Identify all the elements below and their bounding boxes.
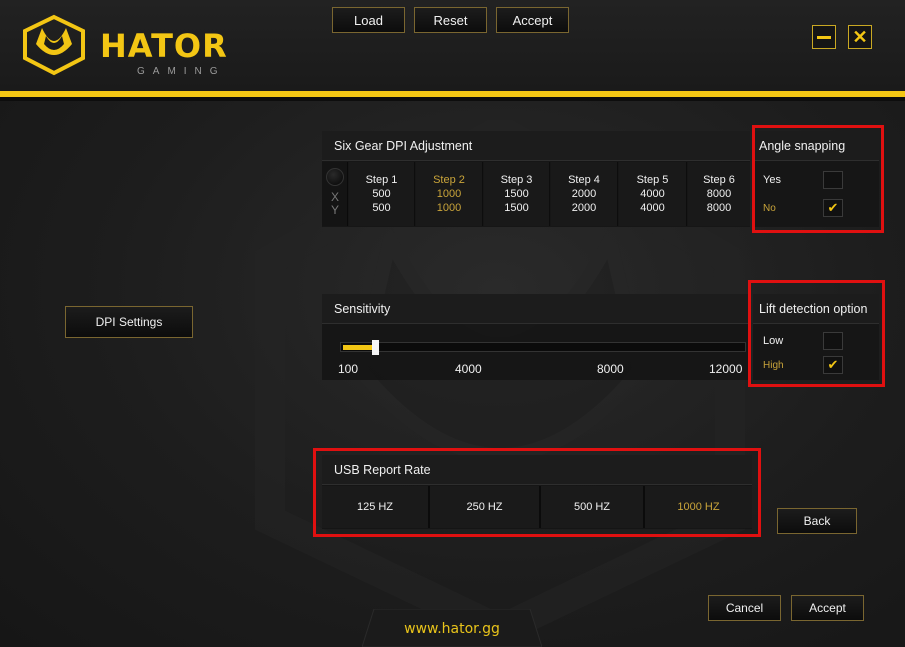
usb-report-rate-panel: USB Report Rate 125 HZ 250 HZ 500 HZ 100… [322,455,752,529]
step-label: Step 4 [568,174,600,186]
lift-detection-low-label: Low [763,335,784,347]
load-button[interactable]: Load [332,7,405,33]
xy-toggle-knob[interactable] [326,168,344,186]
website-link[interactable]: www.hator.gg [362,621,542,637]
lift-detection-low-checkbox[interactable] [823,332,843,350]
angle-snapping-no-checkbox[interactable]: ✔ [823,199,843,217]
hator-logo: HATOR GAMING [20,14,245,77]
step-x-value: 1000 [436,188,462,200]
sensitivity-tick-max: 12000 [709,362,743,376]
sensitivity-tick-8000: 8000 [597,362,624,376]
step-x-value: 2000 [571,188,597,200]
top-accept-button[interactable]: Accept [496,7,569,33]
sensitivity-title: Sensitivity [322,294,750,324]
step-label: Step 5 [636,174,669,186]
angle-snapping-yes-checkbox[interactable] [823,171,843,189]
dpi-step-4[interactable]: Step 4 2000 2000 [551,162,618,226]
step-label: Step 2 [433,174,465,186]
step-x-value: 500 [372,188,391,200]
angle-snapping-title: Angle snapping [753,131,879,161]
checkmark-icon: ✔ [827,200,839,215]
close-button[interactable]: ✕ [848,25,872,49]
dpi-settings-button[interactable]: DPI Settings [65,306,193,338]
dpi-step-6[interactable]: Step 6 8000 8000 [688,162,750,226]
usb-report-rate-title: USB Report Rate [322,455,752,485]
x-axis-label: X [331,190,340,204]
xy-indicator: X Y [322,162,348,226]
brand-subtitle: GAMING [137,66,226,77]
dpi-step-5[interactable]: Step 5 4000 4000 [619,162,687,226]
hator-logo-icon [23,14,85,76]
step-y-value: 1000 [436,202,462,214]
dpi-step-1[interactable]: Step 1 500 500 [349,162,415,226]
cancel-button[interactable]: Cancel [708,595,781,621]
close-icon: ✕ [852,26,868,47]
accept-button[interactable]: Accept [791,595,864,621]
reset-button[interactable]: Reset [414,7,487,33]
step-x-value: 4000 [640,188,665,200]
sensitivity-panel: Sensitivity 100 4000 8000 12000 [322,294,750,380]
angle-snapping-panel: Angle snapping Yes No ✔ [753,131,879,227]
lift-detection-title: Lift detection option [753,294,879,324]
step-y-value: 2000 [571,202,597,214]
website-link-container: www.hator.gg [362,609,542,647]
angle-snapping-yes-label: Yes [763,174,781,186]
step-y-value: 500 [372,202,391,214]
minimize-button[interactable] [812,25,836,49]
dpi-step-3[interactable]: Step 3 1500 1500 [484,162,550,226]
lift-detection-high-label: High [763,360,784,371]
sensitivity-tick-min: 100 [338,362,359,376]
sensitivity-slider-fill [343,345,372,350]
step-y-value: 8000 [706,202,732,214]
rate-option-500[interactable]: 500 HZ [541,486,645,528]
rate-option-125[interactable]: 125 HZ [322,486,430,528]
sensitivity-tick-4000: 4000 [455,362,482,376]
dpi-panel-title: Six Gear DPI Adjustment [322,131,750,161]
minimize-icon [817,35,831,39]
dpi-adjustment-panel: Six Gear DPI Adjustment X Y Step 1 500 5… [322,131,750,227]
checkmark-icon: ✔ [827,357,839,372]
brand-name: HATOR [100,27,228,65]
lift-detection-high-checkbox[interactable]: ✔ [823,356,843,374]
step-label: Step 3 [500,174,533,186]
step-y-value: 4000 [640,202,665,214]
rate-option-1000[interactable]: 1000 HZ [645,486,752,528]
sensitivity-slider-thumb[interactable] [372,340,379,355]
back-button[interactable]: Back [777,508,857,534]
step-label: Step 1 [365,174,398,186]
step-label: Step 6 [703,174,735,186]
angle-snapping-no-label: No [763,203,776,214]
rate-option-250[interactable]: 250 HZ [430,486,541,528]
step-y-value: 1500 [504,202,529,214]
lift-detection-panel: Lift detection option Low High ✔ [753,294,879,380]
dpi-step-2[interactable]: Step 2 1000 1000 [416,162,483,226]
sensitivity-slider-track[interactable] [340,340,746,355]
y-axis-label: Y [331,203,340,217]
step-x-value: 1500 [504,188,529,200]
step-x-value: 8000 [706,188,732,200]
header-shadow [0,97,905,101]
